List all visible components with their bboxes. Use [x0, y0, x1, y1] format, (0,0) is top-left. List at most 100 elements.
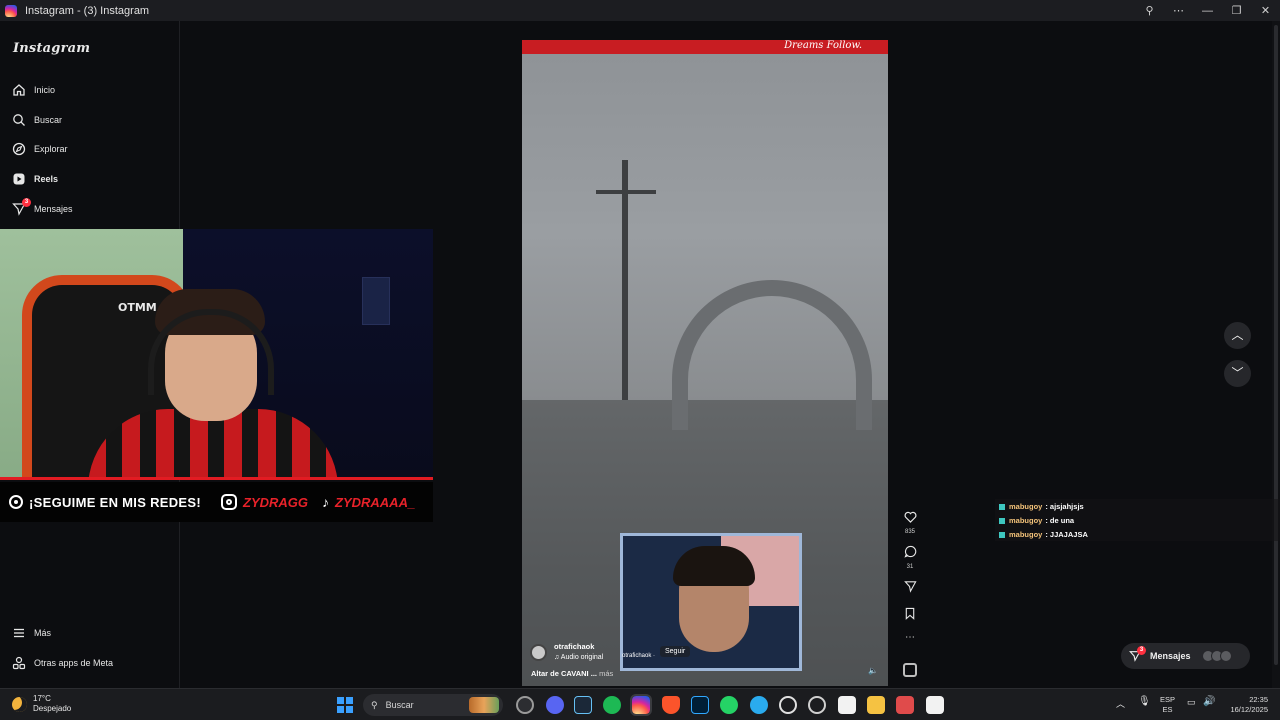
- caption-more-link[interactable]: más: [599, 669, 613, 678]
- language-code: ESP: [1160, 695, 1176, 704]
- reel-video[interactable]: Dreams Follow. otrafichaok ♫ Audio origi…: [522, 40, 888, 686]
- next-reel-button[interactable]: ﹀: [1224, 360, 1251, 387]
- network-icon[interactable]: ▭: [1187, 697, 1196, 708]
- zoom-icon[interactable]: ⚲: [1135, 4, 1164, 17]
- audio-thumbnail[interactable]: [903, 663, 917, 677]
- caption-text: Altar de CAVANI ...: [531, 669, 600, 678]
- share-icon: [903, 581, 917, 593]
- reel-author[interactable]: otrafichaok ♫ Audio original: [530, 642, 603, 663]
- save-button[interactable]: [900, 607, 920, 625]
- sidebar-item-mensajes[interactable]: 3 Mensajes: [12, 197, 73, 221]
- sidebar-item-label: Mensajes: [34, 204, 73, 214]
- window-titlebar: Instagram - (3) Instagram ⚲ ⋯ — ❐ ✕: [0, 0, 1280, 21]
- chevron-up-icon[interactable]: ︿: [1116, 697, 1125, 710]
- avatar: [1219, 650, 1232, 662]
- page-scrollbar[interactable]: [1272, 21, 1280, 688]
- target-icon: [9, 495, 23, 509]
- reel-caption[interactable]: Altar de CAVANI ... más: [531, 669, 613, 678]
- chair-logo: OTMM: [118, 301, 157, 314]
- like-button[interactable]: 835: [900, 510, 920, 535]
- snipping-tool-icon[interactable]: [896, 696, 914, 714]
- stream-chat: mabugoy : ajsjahjsjs mabugoy : de una ma…: [995, 499, 1280, 541]
- obs-icon[interactable]: [808, 696, 826, 714]
- mute-icon[interactable]: 🔈: [868, 666, 878, 675]
- audio-label[interactable]: ♫ Audio original: [554, 654, 603, 661]
- chat-user: mabugoy: [1009, 530, 1043, 539]
- instagram-logo[interactable]: Instagram: [13, 41, 90, 56]
- facecam-hair: [673, 546, 755, 586]
- comment-button[interactable]: 31: [900, 545, 920, 570]
- notion-icon[interactable]: [838, 696, 856, 714]
- share-button[interactable]: [900, 580, 920, 598]
- sidebar-item-mas[interactable]: Más: [12, 623, 51, 643]
- windows-start-icon[interactable]: [337, 697, 353, 713]
- more-options-icon[interactable]: ⋯: [900, 632, 920, 643]
- instagram-handle: ZYDRAGG: [243, 494, 309, 510]
- instagram-icon: [221, 494, 238, 510]
- minimize-icon[interactable]: —: [1193, 5, 1222, 17]
- whatsapp-icon[interactable]: [720, 696, 738, 714]
- video-facecam: [620, 533, 802, 671]
- spotify-icon[interactable]: [603, 696, 621, 714]
- more-icon[interactable]: ⋯: [1164, 4, 1193, 17]
- maximize-icon[interactable]: ❐: [1222, 4, 1251, 17]
- system-clock[interactable]: 22:35 16/12/2025: [1222, 695, 1268, 715]
- capcut-icon[interactable]: [779, 696, 797, 714]
- chevron-up-icon: ︿: [1231, 328, 1244, 342]
- sidebar-item-label: Más: [34, 628, 52, 638]
- instagram-app-icon: [5, 4, 17, 17]
- home-icon: [13, 84, 25, 96]
- moon-icon: [12, 696, 27, 712]
- weather-widget[interactable]: 17°C Despejado: [12, 694, 71, 714]
- sidebar-item-label: Otras apps de Meta: [34, 658, 114, 668]
- author-name[interactable]: otrafichaok: [554, 642, 594, 651]
- streamer-webcam: OTMM: [0, 229, 433, 480]
- photoshop-icon[interactable]: [691, 696, 709, 714]
- close-icon[interactable]: ✕: [1251, 4, 1280, 17]
- sidebar-item-label: Explorar: [34, 144, 68, 154]
- bookmark-icon: [905, 607, 915, 620]
- taskbar-search[interactable]: ⚲ Buscar: [363, 694, 503, 716]
- avatar[interactable]: [530, 644, 547, 661]
- compass-icon: [12, 142, 26, 156]
- previous-reel-button[interactable]: ︿: [1224, 322, 1251, 349]
- keyboard-layout: ES: [1162, 705, 1173, 714]
- instagram-taskbar-icon[interactable]: [630, 694, 652, 716]
- follow-button[interactable]: Seguir: [660, 646, 691, 657]
- like-count: 835: [904, 529, 915, 535]
- steam-icon[interactable]: [574, 696, 592, 714]
- sidebar-item-reels[interactable]: Reels: [12, 167, 58, 191]
- telegram-icon[interactable]: [750, 696, 768, 714]
- banner-text: ¡SEGUIME EN MIS REDES!: [29, 494, 202, 510]
- file-explorer-icon[interactable]: [867, 696, 885, 714]
- discord-icon[interactable]: [546, 696, 564, 714]
- weather-condition: Despejado: [33, 704, 72, 713]
- messages-button[interactable]: 3 Mensajes: [1121, 643, 1250, 669]
- microphone-icon[interactable]: 🎙: [1138, 696, 1151, 707]
- sidebar-item-inicio[interactable]: Inicio: [12, 78, 55, 102]
- copilot-icon[interactable]: [516, 696, 534, 714]
- meta-apps-icon: [12, 656, 26, 670]
- sidebar-item-meta-apps[interactable]: Otras apps de Meta: [12, 653, 113, 673]
- chat-message: : JJAJAJSA: [1045, 530, 1088, 539]
- sidebar-item-buscar[interactable]: Buscar: [12, 108, 62, 132]
- social-banner: ¡SEGUIME EN MIS REDES! ZYDRAGG ♪ ZYDRAAA…: [0, 482, 433, 522]
- search-icon: [13, 114, 25, 126]
- sidebar-item-label: Inicio: [34, 85, 56, 95]
- sidebar-item-explorar[interactable]: Explorar: [12, 137, 68, 161]
- chat-message: : ajsjahjsjs: [1045, 502, 1084, 511]
- video-top-text: Dreams Follow.: [784, 40, 862, 51]
- brave-icon[interactable]: [662, 696, 680, 714]
- reels-icon: [13, 173, 25, 185]
- menu-icon: [14, 628, 24, 638]
- utility-pole: [622, 160, 628, 400]
- capcut-editor-icon[interactable]: [926, 696, 944, 714]
- scrollbar-thumb[interactable]: [1274, 25, 1278, 665]
- language-indicator[interactable]: ESP ES: [1160, 695, 1175, 715]
- chat-line: mabugoy : de una: [999, 516, 1074, 525]
- volume-icon[interactable]: 🔊: [1203, 696, 1215, 707]
- utility-pole-crossbar: [596, 190, 656, 194]
- notification-badge: 3: [1137, 646, 1146, 655]
- comment-icon: [903, 545, 916, 558]
- chat-user: mabugoy: [1009, 502, 1043, 511]
